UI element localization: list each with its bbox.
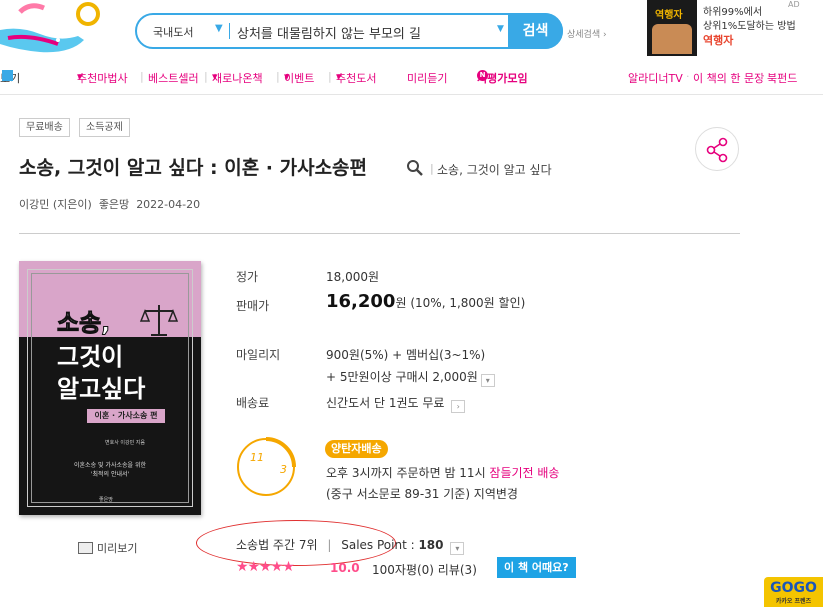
delivery-line2[interactable]: (중구 서소문로 89-31 기준) 지역변경 [326, 485, 518, 502]
ad-book-cover[interactable]: 역행자 [647, 0, 697, 56]
nav-item-recommended[interactable]: 추천도서 ▾ [336, 70, 376, 85]
ad-author-photo [652, 24, 692, 54]
title-separator: | [430, 162, 434, 175]
nav-item-event[interactable]: 이벤트 ▾ [284, 70, 314, 85]
new-badge-icon: N [477, 70, 488, 81]
sale-price-row: 16,200원 (10%, 1,800원 할인) [326, 291, 525, 312]
discount-info: (10%, 1,800원 할인) [410, 296, 526, 310]
sale-price-label: 판매가 [236, 299, 270, 313]
search-dropdown-icon[interactable]: ▼ [497, 24, 504, 34]
search-icon[interactable] [406, 159, 424, 177]
mileage-expand-icon[interactable]: ▾ [480, 374, 495, 387]
rating-score: 10.0 [330, 561, 360, 575]
detail-search-link[interactable]: 상세검색 › [567, 27, 607, 40]
book-preview-icon [78, 542, 93, 554]
cover-subtitle: 이혼 · 가사소송 편 [87, 409, 165, 423]
author-link[interactable]: 이강민 (지은이) [19, 198, 92, 211]
scales-icon [139, 305, 179, 336]
list-price: 18,000원 [326, 270, 380, 284]
nav-item-prelisten[interactable]: 미리듣기 [407, 70, 447, 86]
review-counts[interactable]: 100자평(0) 리뷰(3) [372, 561, 477, 578]
nav-divider: · [760, 70, 764, 83]
shipping-label: 배송료 [236, 396, 270, 410]
carpet-delivery-badge: 양탄자배송 [325, 440, 388, 458]
cover-title-line2: 그것이 [57, 343, 124, 371]
shipping-info: 신간도서 단 1권도 무료 › [326, 394, 466, 413]
how-about-book-button[interactable]: 이 책 어때요? [497, 557, 576, 578]
clock-icon: 11 3 [237, 437, 296, 496]
cover-blurb: 이혼소송 및 가사소송을 위한 '최적의 안내서' [74, 462, 146, 478]
nav-item-bestseller[interactable]: 베스트셀러 [148, 70, 199, 86]
search-input[interactable] [237, 21, 492, 43]
nav-item-new-books[interactable]: 새로나온책 ▾ [212, 70, 263, 85]
nav-divider: | [276, 70, 280, 83]
search-button[interactable]: 검색 [508, 13, 563, 49]
share-icon [706, 137, 728, 163]
nav-item-one-sentence[interactable]: 이 책의 한 문장 [693, 70, 764, 86]
nav-item-recommend-wizard[interactable]: 추천마법사 ▾ [77, 70, 128, 85]
cover-title-line1: 소송, [56, 309, 111, 338]
nav-view-icon [2, 70, 13, 81]
sale-price: 16,200 [326, 291, 396, 312]
main-nav: 보기 추천마법사▾ | 베스트셀러 | 새로나온책▾ | 이벤트▾ | 추천도서… [0, 70, 823, 90]
tax-deduction-badge: 소득공제 [79, 118, 130, 137]
series-link[interactable]: 소송, 그것이 알고 싶다 [437, 161, 552, 178]
book-title: 소송, 그것이 알고 싶다 : 이혼 · 가사소송편 [19, 157, 368, 179]
publisher-link[interactable]: 좋은땅 [99, 198, 129, 211]
ad-line2: 상위1%도달하는 방법 [703, 21, 796, 32]
chevron-down-icon[interactable]: ▼ [215, 23, 223, 34]
mileage-label: 마일리지 [236, 348, 281, 362]
search-category-select[interactable]: 국내도서 [153, 24, 193, 40]
book-cover[interactable]: 소송, 그것이 알고싶다 이혼 · 가사소송 편 변호사 이강민 지음 이혼소송… [19, 261, 201, 515]
ad-title: 역행자 [703, 34, 734, 47]
cover-title-line3: 알고싶다 [57, 375, 146, 403]
sales-point-row: 소송법 주간 7위 | Sales Point : 180 ▾ [236, 536, 465, 555]
sales-separator: | [327, 538, 332, 552]
category-rank-link[interactable]: 소송법 주간 7위 [236, 538, 318, 552]
clock-label-11: 11 [250, 451, 264, 464]
sales-point-expand-icon[interactable]: ▾ [450, 542, 465, 555]
preview-button[interactable]: 미리보기 [78, 540, 137, 556]
nav-divider-line [0, 94, 823, 95]
search-separator [229, 23, 230, 39]
cover-publisher: 좋은땅 [99, 497, 113, 503]
free-shipping-badge: 무료배송 [19, 118, 70, 137]
list-price-label: 정가 [236, 270, 259, 284]
delivery-line1: 오후 3시까지 주문하면 밤 11시 잠들기전 배송 [326, 466, 560, 480]
nav-divider: | [328, 70, 332, 83]
ad-book-tag: 역행자 [655, 10, 683, 21]
mileage-line1: 900원(5%) + 멤버십(3~1%) [326, 348, 486, 362]
publish-date: 2022-04-20 [136, 198, 201, 211]
book-meta: 이강민 (지은이) 좋은땅 2022-04-20 [19, 196, 200, 212]
search-box: 국내도서 ▼ ▼ [135, 13, 563, 49]
cover-author: 변호사 이강민 지음 [105, 440, 145, 446]
nav-divider: · [686, 70, 690, 83]
sales-point-value: 180 [418, 538, 444, 552]
sale-price-unit: 원 [395, 296, 407, 310]
shipping-more-icon[interactable]: › [451, 400, 466, 413]
clock-label-3: 3 [280, 463, 287, 476]
sales-point-label: Sales Point : [341, 538, 419, 552]
ad-text[interactable]: 하위99%에서 상위1%도달하는 방법 역행자 [703, 6, 796, 48]
night-delivery-link[interactable]: 잠들기전 배송 [489, 466, 559, 480]
share-button[interactable] [695, 127, 739, 171]
section-divider [19, 233, 740, 234]
gogo-banner[interactable]: GOGO 카카오 프렌즈 [764, 577, 823, 607]
aladin-lamp-logo[interactable] [0, 0, 110, 58]
nav-item-book-fund[interactable]: 북펀드 [767, 70, 797, 86]
ad-mark: AD [788, 0, 800, 9]
mileage-line2: + 5만원이상 구매시 2,000원 ▾ [326, 368, 495, 387]
nav-divider: | [204, 70, 208, 83]
nav-item-aladiner-tv[interactable]: 알라디너TV [628, 70, 683, 86]
ad-line1: 하위99%에서 [703, 7, 763, 18]
nav-divider: | [140, 70, 144, 83]
rating-stars: ★★★★★ [236, 559, 295, 575]
